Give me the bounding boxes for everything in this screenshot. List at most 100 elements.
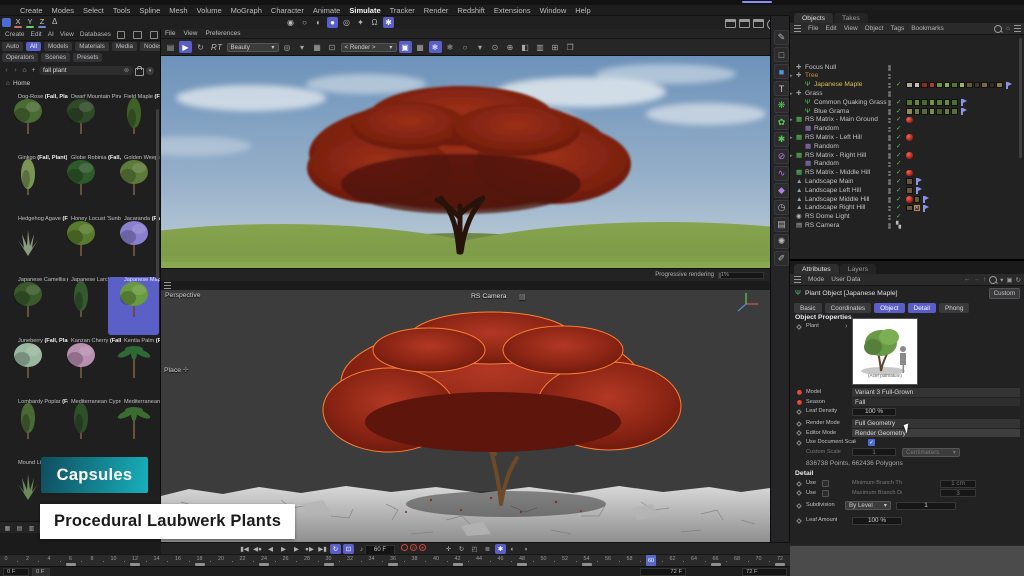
visibility-dots-icon[interactable]: [888, 127, 891, 132]
material-swatch[interactable]: [936, 108, 943, 115]
simulation-settings-icon[interactable]: ✱: [383, 17, 394, 28]
filter-chevron-icon[interactable]: ▾: [1000, 276, 1003, 284]
visibility-dots-icon[interactable]: [888, 171, 891, 176]
live-selection-icon[interactable]: [2, 18, 11, 27]
asset-item-japanese-maple[interactable]: Japanese Maple (Fall, ...: [108, 277, 159, 335]
material-swatch[interactable]: [914, 108, 921, 115]
rv-menu-preferences[interactable]: Preferences: [205, 30, 240, 37]
enabled-check-icon[interactable]: ✓: [896, 196, 901, 204]
deformer-icon[interactable]: ◆: [774, 183, 789, 198]
breadcrumb[interactable]: ⌂ Home: [0, 78, 160, 89]
keyframe-dot[interactable]: [796, 490, 802, 496]
flag-tag-icon[interactable]: [961, 99, 963, 106]
keyframe-dot[interactable]: [796, 503, 802, 509]
filter-tab-auto[interactable]: Auto: [2, 42, 23, 52]
visibility-dots-icon[interactable]: [888, 135, 891, 140]
visibility-dots-icon[interactable]: [888, 206, 891, 211]
redshift-tag-icon[interactable]: [906, 152, 913, 159]
asset-item-kanzan-cherry[interactable]: Kanzan Cherry (Fall, Pl...: [55, 338, 106, 396]
menu-mograph[interactable]: MoGraph: [231, 6, 262, 15]
spline-modifier-icon[interactable]: ∿: [774, 166, 789, 181]
material-swatch[interactable]: [906, 187, 913, 194]
object-row-random[interactable]: ▩Random✓: [790, 125, 1024, 134]
redshift-tag-icon[interactable]: [906, 134, 913, 141]
visibility-dots-icon[interactable]: [888, 74, 891, 79]
camera-active-icon[interactable]: ▚: [896, 222, 901, 230]
subdivision-mode-dropdown[interactable]: By Level▾: [845, 501, 891, 510]
visibility-dots-icon[interactable]: [888, 223, 891, 228]
grid-icon[interactable]: ▦: [414, 41, 427, 53]
material-swatch[interactable]: [981, 82, 988, 89]
layout-icon-1[interactable]: [725, 19, 736, 28]
snapshot-compare-icon[interactable]: ❄: [429, 41, 442, 53]
panel-menu-icon[interactable]: [794, 276, 801, 283]
flag-tag-icon[interactable]: [916, 178, 918, 185]
aov-chevron-icon[interactable]: ▾: [296, 41, 309, 53]
render-mode-value[interactable]: Full Geometry: [852, 419, 1020, 428]
selected-tag-icon[interactable]: ✕: [914, 205, 921, 212]
material-swatch[interactable]: [974, 82, 981, 89]
previous-key-icon[interactable]: ◀●: [252, 544, 263, 554]
go-to-end-icon[interactable]: ▶▮: [317, 544, 328, 554]
keyframe-dot[interactable]: [797, 390, 802, 395]
visibility-dots-icon[interactable]: [888, 153, 891, 158]
detail-view-icon[interactable]: ▥: [27, 524, 36, 533]
compare-ab-icon[interactable]: ◧: [519, 41, 532, 53]
flag-tag-icon[interactable]: [923, 205, 925, 212]
tab-takes[interactable]: Takes: [834, 13, 868, 23]
snapshot-icon[interactable]: ▤: [164, 41, 177, 53]
menu-tracker[interactable]: Tracker: [390, 6, 415, 15]
soft-body-icon[interactable]: ◐: [313, 17, 324, 28]
visibility-dots-icon[interactable]: [888, 215, 891, 220]
menu-mesh[interactable]: Mesh: [169, 6, 187, 15]
material-swatch[interactable]: [906, 178, 913, 185]
category-tab-operators[interactable]: Operators: [2, 53, 38, 63]
filter-tab-nodes[interactable]: Nodes: [140, 42, 161, 52]
object-row-random[interactable]: ▩Random✓: [790, 142, 1024, 151]
zoom-fit-icon[interactable]: ⊕: [504, 41, 517, 53]
max-branch-use-checkbox[interactable]: [822, 490, 829, 497]
record-position-icon[interactable]: ✛: [443, 544, 454, 554]
rope-icon[interactable]: ◎: [341, 17, 352, 28]
asset-item-honey-locust-sunbur[interactable]: Honey Locust 'Sunbur...: [55, 216, 106, 274]
section-tab-coordinates[interactable]: Coordinates: [825, 303, 871, 313]
keyframe-dot[interactable]: [796, 324, 802, 330]
material-swatch[interactable]: [989, 82, 996, 89]
home-icon[interactable]: ⌂: [21, 67, 28, 74]
aov-icon[interactable]: ◎: [281, 41, 294, 53]
render-source-dropdown[interactable]: < Render >▾: [341, 43, 397, 52]
character-icon[interactable]: ✦: [355, 17, 366, 28]
section-tab-detail[interactable]: Detail: [908, 303, 936, 313]
keyframe-dot[interactable]: [796, 421, 802, 427]
asset-item-japanese-larch[interactable]: Japanese Larch (Fall, Pl...: [55, 277, 106, 335]
camera-label[interactable]: RS Camera: [471, 293, 507, 300]
ab-menu-ai[interactable]: AI: [48, 31, 54, 38]
menu-render[interactable]: Render: [424, 6, 449, 15]
redshift-tag-icon[interactable]: [906, 117, 913, 124]
menu-user-data[interactable]: User Data: [831, 276, 860, 283]
focus-icon[interactable]: ⊙: [489, 41, 502, 53]
object-row-blue-grama[interactable]: ΨBlue Grama✓: [790, 107, 1024, 116]
object-manager-scrollbar[interactable]: [1019, 38, 1022, 158]
material-swatch[interactable]: [921, 108, 928, 115]
viewport-divider[interactable]: [161, 281, 770, 290]
leaf-density-value[interactable]: 100 %: [852, 408, 896, 416]
shopping-bag-icon[interactable]: [135, 68, 144, 76]
plant-preview-image[interactable]: (Acer palmatum): [852, 318, 918, 385]
object-row-grass[interactable]: ▸✚Grass: [790, 89, 1024, 98]
keyframe-dot[interactable]: [796, 440, 802, 446]
object-row-common-quaking-grass[interactable]: ΨCommon Quaking Grass✓: [790, 98, 1024, 107]
restart-render-icon[interactable]: ↻: [194, 41, 207, 53]
history-back-icon[interactable]: ←: [964, 276, 971, 283]
tab-objects[interactable]: Objects: [794, 13, 833, 23]
ab-menu-view[interactable]: View: [60, 31, 74, 38]
season-value[interactable]: Fall: [852, 398, 1020, 407]
material-swatch[interactable]: [914, 196, 921, 203]
material-swatch[interactable]: [906, 99, 913, 106]
next-frame-icon[interactable]: ▶: [291, 544, 302, 554]
object-row-focus-null[interactable]: ✚Focus Null: [790, 63, 1024, 72]
material-swatch[interactable]: [929, 108, 936, 115]
object-row-landscape-main[interactable]: ▲Landscape Main✓: [790, 177, 1024, 186]
filter-tab-models[interactable]: Models: [44, 42, 72, 52]
asset-browser-scrollbar[interactable]: [156, 109, 159, 279]
